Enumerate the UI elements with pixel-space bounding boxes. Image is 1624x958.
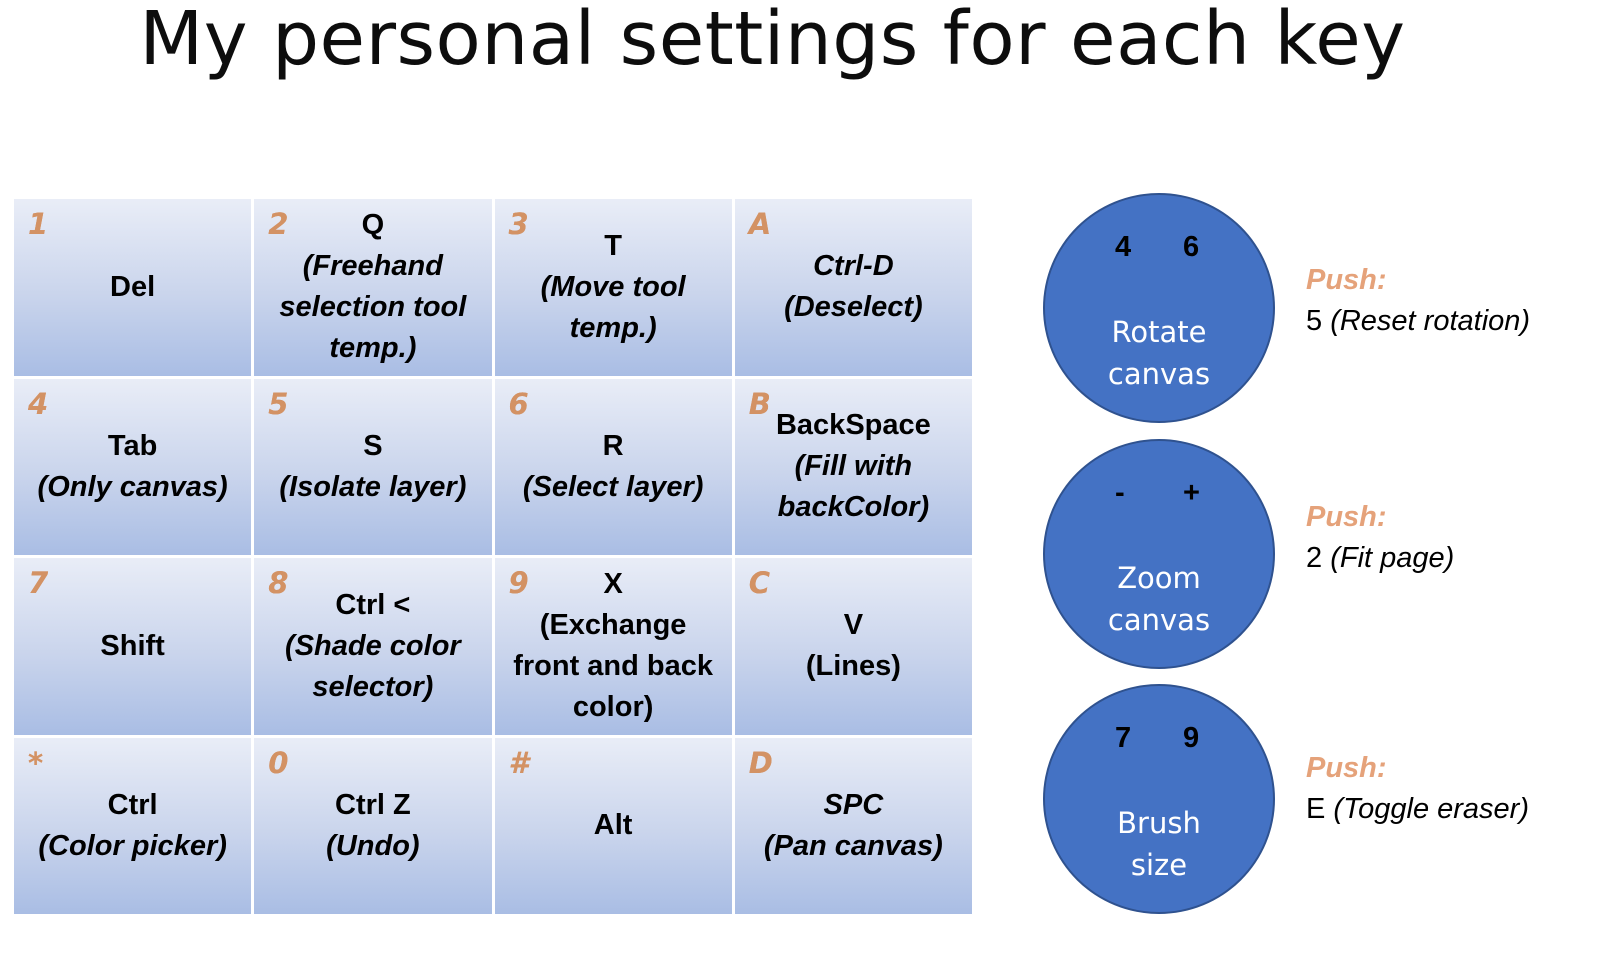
key-shortcut: T bbox=[604, 229, 622, 262]
push-action: (Fit page) bbox=[1330, 542, 1455, 574]
key-cell-5: 5 S (Isolate layer) bbox=[254, 378, 492, 555]
key-number: * bbox=[28, 745, 44, 780]
key-number: 3 bbox=[508, 207, 529, 241]
key-number: # bbox=[508, 745, 529, 780]
key-cell-3: 3 T (Move tool temp.) bbox=[494, 199, 732, 376]
key-shortcut: BackSpace bbox=[775, 409, 931, 442]
key-grid: 1 Del 2 Q (Freehand selection tool temp.… bbox=[14, 199, 972, 914]
page-title: My personal settings for each key bbox=[139, 0, 1406, 82]
push-action: (Reset rotation) bbox=[1330, 305, 1531, 337]
key-shortcut: Q bbox=[361, 209, 385, 242]
brush-size-wheel: 7 9 Brush size bbox=[1043, 684, 1275, 914]
key-action: (Isolate layer) bbox=[279, 470, 467, 503]
key-number: B bbox=[748, 386, 771, 421]
key-shortcut: V bbox=[843, 609, 864, 642]
key-shortcut: S bbox=[363, 429, 383, 462]
key-shortcut: X bbox=[603, 568, 623, 601]
key-cell-star: * Ctrl (Color picker) bbox=[14, 737, 252, 914]
push-key: E bbox=[1306, 793, 1326, 825]
key-action: (Lines) bbox=[805, 650, 901, 683]
zoom-wheel: - + Zoom canvas bbox=[1043, 439, 1275, 669]
key-action: (Undo) bbox=[326, 829, 420, 862]
key-cell-c: C V (Lines) bbox=[734, 558, 972, 735]
wheel-right-key: 6 bbox=[1183, 231, 1200, 263]
key-number: D bbox=[748, 745, 773, 780]
wheel-label: Rotate canvas bbox=[1107, 315, 1211, 391]
wheel-left-key: 7 bbox=[1115, 722, 1132, 754]
wheel-label: Brush size bbox=[1117, 806, 1201, 882]
push-label: Push: bbox=[1306, 264, 1387, 296]
wheel-right-key: + bbox=[1183, 477, 1200, 509]
key-cell-9: 9 X (Exchange front and back color) bbox=[494, 558, 732, 735]
key-cell-0: 0 Ctrl Z (Undo) bbox=[254, 737, 492, 914]
wheel-right-key: 9 bbox=[1183, 722, 1200, 754]
key-shortcut: SPC bbox=[823, 788, 884, 821]
push-value: 2 (Fit page) bbox=[1306, 538, 1454, 579]
key-action: (Color picker) bbox=[38, 829, 227, 862]
key-number: 1 bbox=[28, 207, 49, 241]
push-action: (Toggle eraser) bbox=[1333, 793, 1529, 825]
key-shortcut: Tab bbox=[107, 429, 158, 462]
push-value: E (Toggle eraser) bbox=[1306, 789, 1529, 830]
key-number: 8 bbox=[268, 566, 289, 600]
key-cell-a: A Ctrl-D (Deselect) bbox=[734, 199, 972, 376]
push-key: 5 bbox=[1306, 305, 1323, 337]
push-info-rotate: Push: 5 (Reset rotation) bbox=[1306, 260, 1530, 342]
key-number: 4 bbox=[28, 386, 49, 421]
key-action: (Select layer) bbox=[522, 470, 704, 503]
key-number: A bbox=[748, 207, 772, 241]
push-info-zoom: Push: 2 (Fit page) bbox=[1306, 497, 1454, 579]
key-action: Shift bbox=[100, 629, 165, 662]
key-number: C bbox=[748, 566, 771, 600]
push-value: 5 (Reset rotation) bbox=[1306, 301, 1530, 342]
key-action: (Move tool temp.) bbox=[540, 270, 686, 344]
push-info-brush: Push: E (Toggle eraser) bbox=[1306, 748, 1529, 830]
push-key: 2 bbox=[1306, 542, 1323, 574]
key-action: Del bbox=[110, 270, 156, 303]
key-cell-4: 4 Tab (Only canvas) bbox=[14, 378, 252, 555]
key-number: 6 bbox=[508, 386, 529, 421]
key-action: (Fill with backColor) bbox=[777, 450, 930, 524]
key-action: (Exchange front and back color) bbox=[513, 609, 714, 724]
push-label: Push: bbox=[1306, 752, 1387, 784]
key-cell-7: 7 Shift bbox=[14, 558, 252, 735]
key-cell-2: 2 Q (Freehand selection tool temp.) bbox=[254, 199, 492, 376]
key-number: 9 bbox=[508, 566, 529, 600]
wheel-left-key: - bbox=[1115, 477, 1125, 509]
key-number: 5 bbox=[268, 386, 289, 421]
push-label: Push: bbox=[1306, 501, 1387, 533]
key-shortcut: Ctrl < bbox=[335, 588, 411, 621]
key-shortcut: Ctrl Z bbox=[335, 788, 411, 821]
key-cell-hash: # Alt bbox=[494, 737, 732, 914]
key-action: (Pan canvas) bbox=[763, 829, 943, 862]
rotate-wheel: 4 6 Rotate canvas bbox=[1043, 193, 1275, 423]
key-cell-b: B BackSpace (Fill with backColor) bbox=[734, 378, 972, 555]
key-action: Alt bbox=[593, 809, 633, 842]
wheel-label: Zoom canvas bbox=[1107, 561, 1211, 637]
key-number: 7 bbox=[28, 566, 49, 600]
key-action: Ctrl-D (Deselect) bbox=[784, 250, 923, 324]
key-shortcut: R bbox=[602, 429, 624, 462]
key-cell-d: D SPC (Pan canvas) bbox=[734, 737, 972, 914]
key-action: (Only canvas) bbox=[37, 470, 228, 503]
key-action: (Shade color selector) bbox=[285, 629, 461, 703]
key-cell-6: 6 R (Select layer) bbox=[494, 378, 732, 555]
key-cell-8: 8 Ctrl < (Shade color selector) bbox=[254, 558, 492, 735]
key-cell-1: 1 Del bbox=[14, 199, 252, 376]
key-number: 2 bbox=[268, 207, 289, 241]
key-action: (Freehand selection tool temp.) bbox=[279, 250, 467, 365]
wheel-left-key: 4 bbox=[1115, 231, 1132, 263]
key-number: 0 bbox=[268, 745, 289, 780]
key-shortcut: Ctrl bbox=[107, 788, 158, 821]
